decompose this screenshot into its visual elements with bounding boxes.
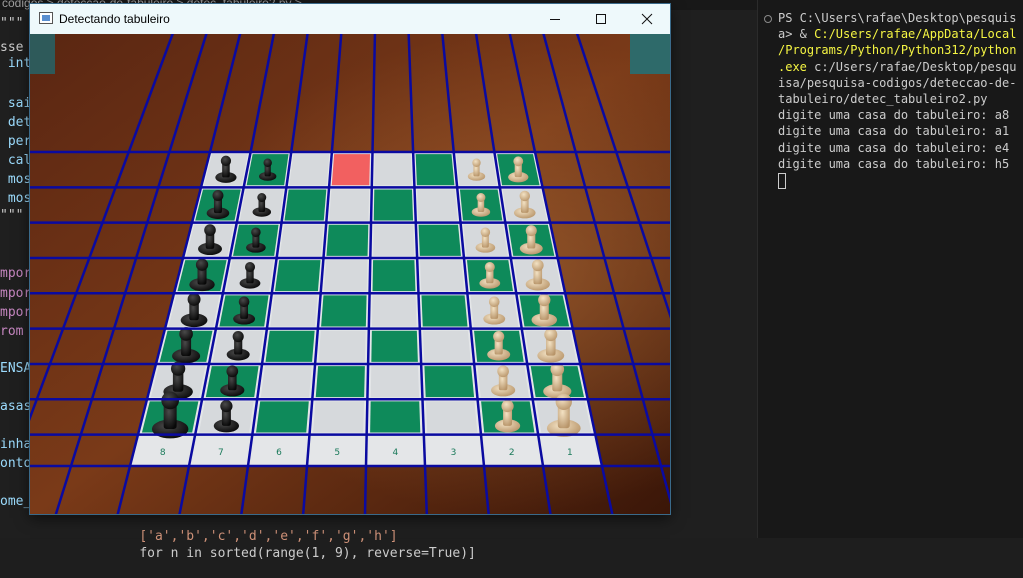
- board-square: [326, 224, 369, 256]
- highlighted-square: [331, 154, 371, 186]
- code-line: rom: [0, 324, 24, 339]
- code-line: ome_: [0, 494, 32, 509]
- board-square: [418, 224, 461, 256]
- terminal-line: isa/pesquisa-codigos/deteccao-de-: [778, 75, 1017, 90]
- rank-label: 7: [218, 448, 224, 458]
- code-line: mos: [0, 191, 32, 206]
- rank-label: 3: [451, 448, 457, 458]
- corner-object: [30, 34, 55, 74]
- board-square: [422, 330, 471, 362]
- board-square: [260, 366, 312, 398]
- code-line: inha: [0, 437, 32, 452]
- terminal-line: digite uma casa do tabuleiro: e4: [778, 140, 1010, 155]
- board-square: [318, 330, 366, 362]
- window-titlebar[interactable]: Detectando tabuleiro: [30, 4, 670, 34]
- board-square: [373, 189, 414, 221]
- board-square: [289, 154, 330, 186]
- terminal-panel[interactable]: PS C:\Users\rafae\Desktop\pesquis a> & C…: [757, 0, 1023, 538]
- terminal-line: digite uma casa do tabuleiro: a8: [778, 108, 1010, 123]
- board-square: [329, 189, 370, 221]
- board-square: [321, 295, 367, 327]
- terminal-cursor-line[interactable]: [778, 172, 1023, 189]
- board-square: [415, 154, 455, 186]
- board-square: [424, 366, 475, 398]
- board-image-canvas: 8 7 6 5 4 3 2 1: [30, 34, 670, 514]
- code-line: sai: [0, 96, 32, 111]
- close-button[interactable]: [624, 4, 670, 34]
- code-line: asas: [0, 399, 32, 414]
- board-square: [417, 189, 458, 221]
- board-square: [284, 189, 327, 221]
- app-window-icon: [39, 12, 53, 24]
- terminal-line: a> & C:/Users/rafae/AppData/Local: [778, 27, 1017, 42]
- minimize-icon: [550, 19, 560, 20]
- terminal-line: digite uma casa do tabuleiro: a1: [778, 124, 1010, 139]
- board-square: [373, 224, 415, 256]
- board-square: [313, 401, 365, 433]
- board-square: [275, 260, 321, 292]
- terminal-line: tabuleiro/detec_tabuleiro2.py: [778, 92, 988, 107]
- board-image: 8 7 6 5 4 3 2 1: [30, 34, 670, 514]
- terminal-line: PS C:\Users\rafae\Desktop\pesquis: [778, 11, 1017, 25]
- corner-object: [630, 34, 670, 74]
- window-title: Detectando tabuleiro: [59, 12, 170, 26]
- board-square: [371, 330, 418, 362]
- rank-label: 1: [567, 448, 573, 458]
- board-square: [270, 295, 318, 327]
- board-square: [265, 330, 315, 362]
- board-square: [279, 224, 324, 256]
- rank-label: 8: [160, 448, 166, 458]
- code-line: cal: [0, 153, 32, 168]
- code-line: """: [0, 16, 24, 31]
- code-line: sse: [0, 40, 24, 55]
- code-line: mpor: [0, 266, 32, 281]
- code-line: mpor: [0, 305, 32, 320]
- board-square: [370, 366, 420, 398]
- detection-window[interactable]: Detectando tabuleiro 8 7 6 5 4 3 2 1: [30, 4, 670, 514]
- terminal-line: digite uma casa do tabuleiro: h5: [778, 156, 1010, 171]
- code-line-for: for n in sorted(range(1, 9), reverse=Tru…: [139, 546, 476, 561]
- maximize-icon: [596, 14, 606, 24]
- rank-label: 5: [334, 448, 340, 458]
- code-line: ENSA: [0, 361, 32, 376]
- board-square: [315, 366, 365, 398]
- code-line: per: [0, 134, 32, 149]
- board-square: [372, 260, 416, 292]
- board-square: [256, 401, 309, 433]
- code-line: mos: [0, 172, 32, 187]
- maximize-button[interactable]: [578, 4, 624, 34]
- board-square: [420, 260, 465, 292]
- board-square: [323, 260, 368, 292]
- code-line: int: [0, 56, 32, 71]
- code-line: det: [0, 115, 32, 130]
- code-line: onto: [0, 456, 32, 471]
- board-square: [421, 295, 468, 327]
- rank-label: 4: [393, 448, 399, 458]
- board-square: [425, 401, 478, 433]
- close-icon: [641, 13, 653, 25]
- board-square: [370, 401, 421, 433]
- code-line: """: [0, 208, 24, 223]
- rank-label: 6: [276, 448, 282, 458]
- rank-label: 2: [509, 448, 515, 458]
- terminal-line: .exe c:/Users/rafae/Desktop/pesqu: [778, 59, 1017, 74]
- board-square: [374, 154, 412, 186]
- terminal-status-dot-icon: [764, 15, 772, 23]
- terminal-line: /Programs/Python/Python312/python: [778, 43, 1017, 58]
- board-square: [371, 295, 417, 327]
- terminal-cursor: [778, 172, 786, 189]
- minimize-button[interactable]: [532, 4, 578, 34]
- code-line: mpor: [0, 286, 32, 301]
